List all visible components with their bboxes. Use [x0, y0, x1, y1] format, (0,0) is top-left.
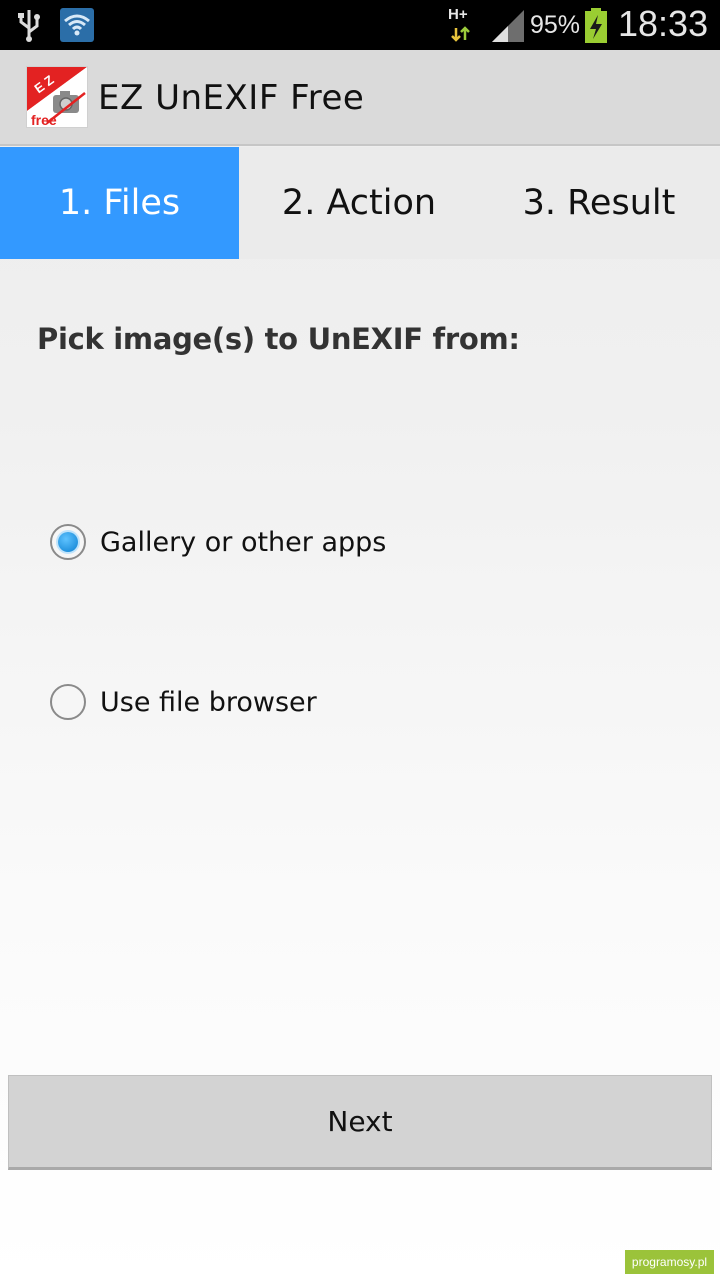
next-button[interactable]: Next: [8, 1075, 712, 1170]
status-bar: H+ 95% 18:33: [0, 0, 720, 50]
tab-result[interactable]: 3. Result: [479, 147, 719, 259]
tab-files[interactable]: 1. Files: [0, 147, 239, 259]
option-gallery-label[interactable]: Gallery or other apps: [100, 527, 386, 558]
source-prompt: Pick image(s) to UnEXIF from:: [37, 322, 520, 356]
option-gallery[interactable]: Gallery or other apps: [50, 522, 386, 562]
option-file-browser-label[interactable]: Use file browser: [100, 687, 317, 718]
radio-checked-icon[interactable]: [50, 524, 86, 560]
watermark: programosy.pl: [625, 1250, 714, 1274]
signal-icon: [492, 10, 524, 42]
app-title: EZ UnEXIF Free: [98, 78, 365, 118]
action-bar: E Z free EZ UnEXIF Free: [0, 50, 720, 146]
tab-action[interactable]: 2. Action: [239, 147, 479, 259]
tab-bar: 1. Files 2. Action 3. Result: [0, 147, 720, 259]
radio-unchecked-icon[interactable]: [50, 684, 86, 720]
battery-charging-icon: [585, 8, 607, 43]
option-file-browser[interactable]: Use file browser: [50, 682, 317, 722]
usb-icon: [18, 10, 40, 42]
ez-unexif-logo-icon: E Z free: [26, 66, 88, 128]
clock: 18:33: [618, 3, 709, 44]
data-arrows-icon: [451, 26, 470, 42]
svg-text:free: free: [31, 112, 57, 127]
wifi-icon: [60, 8, 94, 42]
battery-percent: 95%: [530, 11, 581, 39]
network-type: H+: [448, 6, 468, 23]
